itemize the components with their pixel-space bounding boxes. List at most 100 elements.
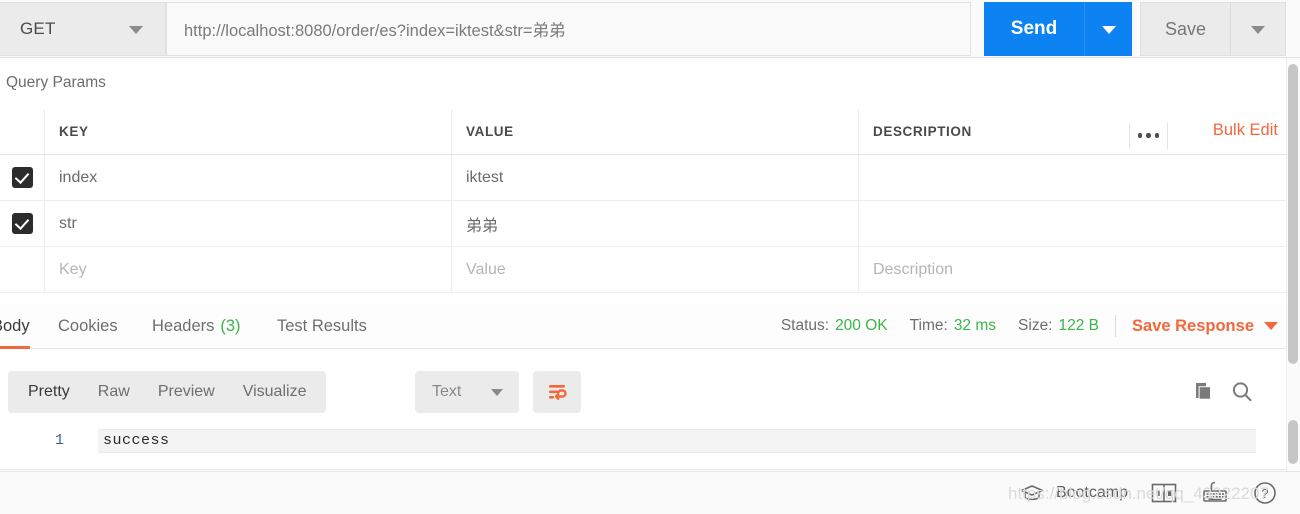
search-icon <box>1232 382 1252 402</box>
two-pane-layout-icon <box>1151 483 1177 503</box>
vertical-scrollbar-thumb[interactable] <box>1288 64 1298 364</box>
tab-body-label: Body <box>0 316 30 335</box>
body-scrollbar-thumb[interactable] <box>1288 420 1298 464</box>
http-method-label: GET <box>20 19 56 38</box>
header-cell-check <box>0 109 45 154</box>
layout-toggle-button[interactable] <box>1150 481 1178 505</box>
row-checkbox[interactable] <box>11 213 33 234</box>
send-button[interactable]: Send <box>984 2 1084 56</box>
url-input[interactable]: http://localhost:8080/order/es?index=ikt… <box>166 2 971 56</box>
send-options-button[interactable] <box>1084 2 1132 56</box>
table-row: str 弟弟 <box>0 201 1286 247</box>
chevron-down-icon <box>491 389 503 396</box>
copy-button[interactable] <box>1190 379 1216 405</box>
word-wrap-toggle[interactable] <box>533 371 581 413</box>
keyboard-icon <box>1203 481 1227 502</box>
tab-test-results[interactable]: Test Results <box>277 303 367 349</box>
row-checkbox-cell <box>0 247 45 292</box>
table-row-empty: Key Value Description <box>0 247 1286 293</box>
bootcamp-label: Bootcamp <box>1055 484 1128 501</box>
row-description-cell[interactable] <box>859 155 1286 200</box>
more-options-icon[interactable] <box>1128 122 1168 149</box>
word-wrap-icon <box>549 385 567 400</box>
save-button[interactable]: Save <box>1140 2 1230 56</box>
new-row-key-input[interactable]: Key <box>45 247 452 292</box>
copy-icon <box>1196 383 1210 399</box>
response-tabs-bar: Body Cookies Headers (3) Test Results St… <box>0 303 1286 349</box>
time-label: Time: <box>909 317 948 334</box>
response-body-area: 1 success <box>0 421 1286 471</box>
format-tab-pretty[interactable]: Pretty <box>14 371 84 413</box>
response-body-text: success <box>103 432 170 449</box>
query-params-title: Query Params <box>6 74 106 91</box>
search-button[interactable] <box>1229 379 1255 405</box>
format-tab-visualize[interactable]: Visualize <box>229 371 321 413</box>
tab-headers-count: (3) <box>220 316 241 335</box>
response-body-toolbar: Pretty Raw Preview Visualize Text <box>0 363 1286 421</box>
help-button[interactable]: ? <box>1252 480 1278 506</box>
content-type-select[interactable]: Text <box>415 371 519 413</box>
new-row-description-input[interactable]: Description <box>859 247 1286 292</box>
request-url-bar: GET http://localhost:8080/order/es?index… <box>0 0 1300 58</box>
bottom-status-bar: Bootcamp ? <box>0 471 1300 514</box>
save-options-button[interactable] <box>1230 2 1286 56</box>
chevron-down-icon <box>1251 26 1265 34</box>
header-cell-value: VALUE <box>452 109 859 154</box>
format-tab-raw[interactable]: Raw <box>84 371 144 413</box>
row-checkbox[interactable] <box>11 167 33 188</box>
tab-cookies-label: Cookies <box>58 316 118 335</box>
row-key-cell[interactable]: str <box>45 201 452 246</box>
save-response-button[interactable]: Save Response <box>1132 317 1254 336</box>
tab-test-results-label: Test Results <box>277 316 367 335</box>
graduation-cap-icon <box>1020 485 1044 501</box>
keyboard-shortcuts-button[interactable] <box>1200 480 1230 506</box>
row-value-text: iktest <box>466 168 504 186</box>
size-value: 122 B <box>1058 317 1100 334</box>
row-value-cell[interactable]: 弟弟 <box>452 201 859 246</box>
tab-headers[interactable]: Headers (3) <box>152 303 241 349</box>
table-row: index iktest <box>0 155 1286 201</box>
divider <box>1115 315 1117 337</box>
table-header-row: KEY VALUE DESCRIPTION Bulk Edit <box>0 109 1286 155</box>
row-checkbox-cell <box>0 155 45 200</box>
query-params-table: KEY VALUE DESCRIPTION Bulk Edit index ik… <box>0 109 1286 293</box>
status-label: Status: <box>780 317 830 334</box>
tab-headers-label: Headers <box>152 316 215 335</box>
divider <box>0 469 1286 470</box>
tab-body[interactable]: Body <box>0 303 30 349</box>
http-method-select[interactable]: GET <box>0 2 166 56</box>
size-label: Size: <box>1018 317 1053 334</box>
header-label-value: VALUE <box>466 124 514 139</box>
row-key-text: index <box>59 168 98 186</box>
bulk-edit-button[interactable]: Bulk Edit <box>1213 121 1278 140</box>
response-status-group: Status: 200 OK Time: 32 ms Size: 122 B S… <box>781 303 1278 349</box>
row-value-text: 弟弟 <box>466 217 499 235</box>
status-value: 200 OK <box>835 317 888 334</box>
chevron-down-icon <box>129 26 143 34</box>
url-text: http://localhost:8080/order/es?index=ikt… <box>184 22 566 40</box>
format-tab-preview[interactable]: Preview <box>144 371 229 413</box>
content-type-label: Text <box>432 383 462 400</box>
tab-cookies[interactable]: Cookies <box>58 303 118 349</box>
chevron-down-icon <box>1101 26 1116 34</box>
header-label-key: KEY <box>59 124 89 139</box>
new-row-value-input[interactable]: Value <box>452 247 859 292</box>
chevron-down-icon[interactable] <box>1264 322 1278 330</box>
svg-text:?: ? <box>1261 486 1268 501</box>
help-circle-icon: ? <box>1254 482 1276 504</box>
row-value-cell[interactable]: iktest <box>452 155 859 200</box>
row-checkbox-cell <box>0 201 45 246</box>
row-key-cell[interactable]: index <box>45 155 452 200</box>
header-cell-description: DESCRIPTION Bulk Edit <box>859 109 1286 154</box>
row-key-text: str <box>59 214 77 232</box>
header-cell-key: KEY <box>45 109 452 154</box>
bootcamp-button[interactable]: Bootcamp <box>1019 483 1128 503</box>
response-format-tabs: Pretty Raw Preview Visualize <box>8 371 327 413</box>
code-line-highlight <box>98 429 1256 453</box>
new-row-key-placeholder: Key <box>59 260 87 278</box>
row-description-cell[interactable] <box>859 201 1286 246</box>
time-value: 32 ms <box>953 317 997 334</box>
header-label-description: DESCRIPTION <box>873 124 972 139</box>
new-row-description-placeholder: Description <box>873 260 954 278</box>
line-number: 1 <box>55 432 65 449</box>
